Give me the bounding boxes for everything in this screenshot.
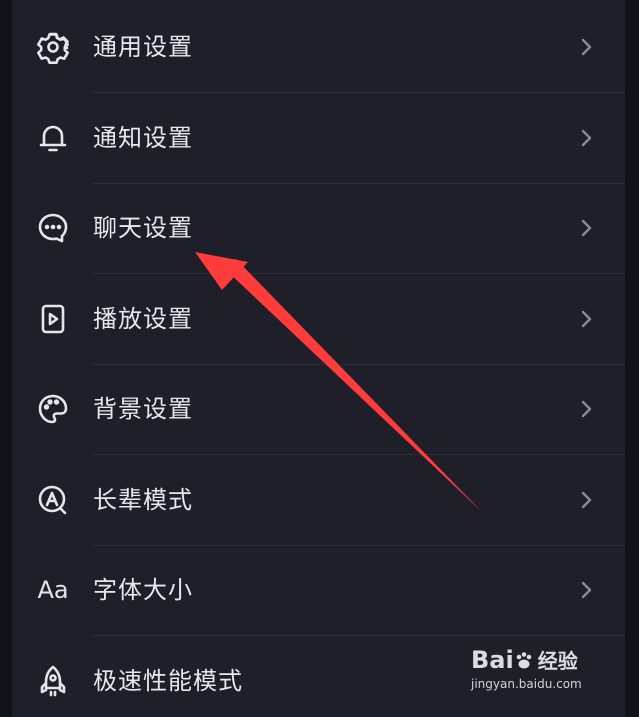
settings-page: 通用设置 通知设置 聊天设置 播放设置 背景设置 长辈模式 Aa 字体大小 极速… [0,0,639,717]
watermark-brand: Bai 经验 [471,646,578,674]
rocket-icon [36,664,70,698]
palette-icon [36,392,70,426]
font-size-icon: Aa [37,576,69,604]
settings-item-background[interactable]: 背景设置 [12,364,625,454]
chevron-right-icon [575,398,597,420]
watermark-site: jingyan.baidu.com [471,677,582,691]
paw-icon [516,652,532,669]
chat-bubble-icon [36,211,70,245]
elder-mode-icon [36,483,70,517]
watermark: Bai 经验 jingyan.baidu.com [471,643,611,703]
settings-item-label: 长辈模式 [93,486,193,514]
settings-item-label: 背景设置 [93,395,193,423]
play-icon [36,302,70,336]
settings-item-font-size[interactable]: Aa 字体大小 [12,545,625,635]
settings-item-general[interactable]: 通用设置 [12,2,625,92]
settings-item-elder-mode[interactable]: 长辈模式 [12,455,625,545]
settings-item-label: 极速性能模式 [93,667,243,695]
chevron-right-icon [575,127,597,149]
chevron-right-icon [575,308,597,330]
settings-item-label: 聊天设置 [93,214,193,242]
chevron-right-icon [575,217,597,239]
settings-item-notifications[interactable]: 通知设置 [12,93,625,183]
settings-item-label: 字体大小 [93,576,193,604]
settings-item-playback[interactable]: 播放设置 [12,274,625,364]
settings-list: 通用设置 通知设置 聊天设置 播放设置 背景设置 长辈模式 Aa 字体大小 极速… [12,0,625,717]
settings-item-label: 播放设置 [93,305,193,333]
chevron-right-icon [575,579,597,601]
gear-icon [36,30,70,64]
settings-item-label: 通用设置 [93,33,193,61]
chevron-right-icon [575,36,597,58]
settings-item-label: 通知设置 [93,124,193,152]
chevron-right-icon [575,489,597,511]
settings-item-chat[interactable]: 聊天设置 [12,183,625,273]
bell-icon [36,121,70,155]
